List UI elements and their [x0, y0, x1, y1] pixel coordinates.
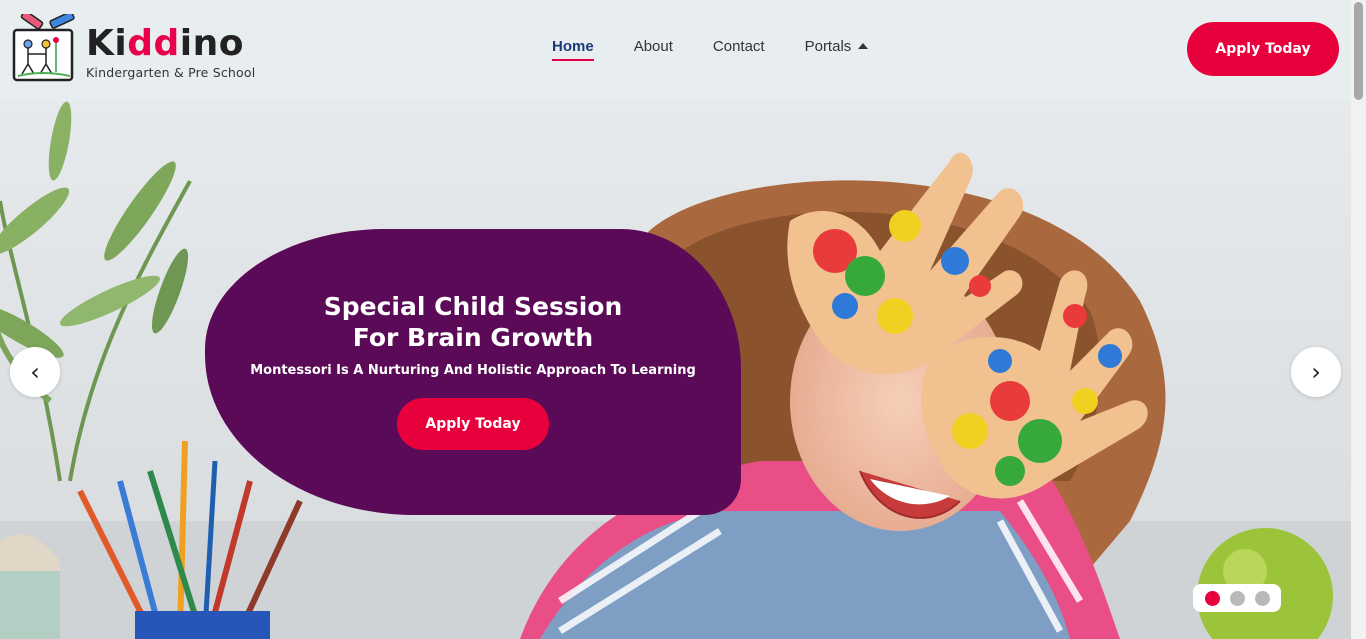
nav-item-portals-label: Portals	[804, 38, 852, 55]
slider-pagination	[1193, 584, 1281, 612]
logo-mark-icon	[12, 10, 76, 84]
nav-item-portals[interactable]: Portals	[805, 38, 869, 61]
brand-name-prefix: Ki	[86, 23, 128, 64]
logo-text: Kiddino Kindergarten & Pre School	[86, 26, 256, 81]
nav-item-about[interactable]: About	[634, 38, 673, 61]
slider-prev-button[interactable]: ‹	[10, 347, 60, 397]
brand-name-accent: dd	[127, 23, 180, 64]
slider-next-button[interactable]: ›	[1291, 347, 1341, 397]
chevron-left-icon: ‹	[30, 358, 40, 386]
site-header: Kiddino Kindergarten & Pre School Home A…	[0, 0, 1351, 101]
hero-title-line2: For Brain Growth	[352, 323, 594, 352]
hero-title: Special Child Session For Brain Growth	[324, 291, 623, 353]
hero-apply-button[interactable]: Apply Today	[397, 398, 549, 450]
hero-card: Special Child Session For Brain Growth M…	[205, 229, 741, 515]
page-scrollbar[interactable]	[1351, 0, 1366, 639]
caret-up-icon	[858, 43, 869, 49]
hero-slider: Special Child Session For Brain Growth M…	[0, 101, 1351, 639]
brand-name: Kiddino	[86, 26, 255, 62]
slider-dot-3[interactable]	[1254, 590, 1270, 606]
slider-dot-2[interactable]	[1229, 590, 1245, 606]
scrollbar-thumb[interactable]	[1354, 2, 1363, 100]
chevron-right-icon: ›	[1311, 358, 1321, 386]
nav-item-home[interactable]: Home	[552, 38, 594, 61]
logo[interactable]: Kiddino Kindergarten & Pre School	[12, 10, 256, 84]
brand-tagline: Kindergarten & Pre School	[86, 65, 256, 80]
hero-title-line1: Special Child Session	[323, 292, 623, 321]
hero-subtitle: Montessori Is A Nurturing And Holistic A…	[250, 363, 696, 378]
slider-dot-1[interactable]	[1204, 590, 1220, 606]
brand-name-suffix: ino	[179, 23, 244, 64]
main-nav: Home About Contact Portals	[552, 38, 908, 61]
nav-item-contact[interactable]: Contact	[713, 38, 765, 61]
header-apply-button[interactable]: Apply Today	[1187, 22, 1339, 76]
